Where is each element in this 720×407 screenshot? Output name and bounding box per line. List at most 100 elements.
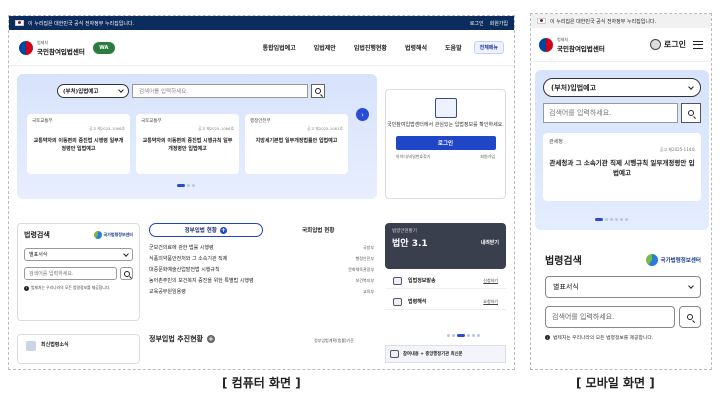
mobile-search-category-select[interactable]: (부처)입법예고 (543, 78, 701, 97)
carousel-dot[interactable] (467, 334, 470, 337)
mobile-caption: [ 모바일 화면 ] (576, 376, 655, 390)
all-menu-button[interactable]: 전체메뉴 (473, 41, 504, 54)
service-item[interactable]: 입법정보발송 신청하기 (385, 273, 506, 289)
carousel-dot[interactable] (472, 334, 475, 337)
service-link[interactable]: 요청하기 (483, 299, 498, 305)
mobile-search-input[interactable]: 검색어를 입력하세요. (543, 103, 678, 123)
list-item[interactable]: 식품의약품안전처와 그 소속기관 직제 행정안전부 (149, 253, 374, 264)
service-item[interactable]: 법령해석 요청하기 (385, 294, 506, 310)
korea-flag-icon (15, 20, 24, 26)
carousel-dot[interactable] (615, 218, 618, 221)
bill-agency: 행정안전부 (355, 255, 374, 261)
law-search-button[interactable] (120, 267, 133, 280)
nav-item-interpretation[interactable]: 법령해석 (405, 43, 427, 52)
carousel-dot[interactable] (625, 218, 628, 221)
carousel-next-button[interactable]: › (356, 108, 369, 121)
carousel-dot[interactable] (447, 334, 450, 337)
progress-link[interactable]: 정부입법계획(법률)기준 (314, 338, 354, 344)
nav-item-progress[interactable]: 입법진행현황 (354, 43, 387, 52)
logo-title: 국민참여입법센터 (37, 47, 85, 56)
login-panel: 국민참여입법센터에서 관심있는 입법정보를 확인하세요. 로그인 아이디/비밀번… (385, 89, 506, 199)
moleg-logo-icon (93, 231, 102, 239)
plus-icon[interactable]: + (206, 335, 215, 343)
hamburger-menu-icon[interactable] (693, 40, 703, 49)
carousel-dot[interactable] (620, 218, 623, 221)
top-signup-link[interactable]: 회원가입 (490, 20, 508, 27)
notice-card[interactable]: 국토교통부 공고 제2025-1066호 교통약자의 이동편의 증진법 시행규칙… (136, 114, 239, 174)
tab-government[interactable]: 정부입법 현황 + (149, 223, 263, 237)
bill-title: 교육공무원임용령 (149, 289, 186, 295)
bill-title: 식품의약품안전처와 그 소속기관 직제 (149, 256, 228, 262)
mobile-law-type-select[interactable]: 별표서식 (545, 276, 701, 298)
card-number: 공고 제2025-114호 (659, 147, 695, 152)
carousel-dot[interactable] (177, 184, 185, 187)
plus-icon[interactable]: + (219, 226, 227, 234)
bottom-banner[interactable]: 참여내용 + 중앙행정기관 최신문 (385, 345, 506, 363)
recent-title: 최신법령소식 (41, 342, 69, 348)
download-link[interactable]: 내려받기 (481, 239, 499, 246)
mobile-law-search-button[interactable] (679, 306, 701, 328)
card-number: 공고 제2025-1081호 (307, 126, 343, 131)
list-item[interactable]: 군보건의료에 관한 법률 시행령 국방부 (149, 242, 374, 253)
search-icon (315, 88, 321, 94)
list-item[interactable]: 대중문화예술산업발전법 시행규칙 문화체육관광부 (149, 264, 374, 275)
search-input[interactable]: 검색어를 입력하세요. (132, 84, 308, 98)
site-logo[interactable]: 법제처 국민참여입법센터 WA (19, 40, 115, 56)
moleg-name: 국가법령정보센터 (103, 232, 133, 237)
nav-item-help[interactable]: 도움말 (445, 43, 462, 52)
top-login-link[interactable]: 로그인 (470, 20, 484, 27)
service-label: 법령해석 (408, 299, 427, 305)
law-search-input[interactable]: 검색어를 입력하세요. (24, 267, 117, 280)
carousel-dot[interactable] (595, 218, 603, 221)
law-type-value: 별표서식 (553, 283, 579, 291)
carousel-dot[interactable] (457, 334, 465, 337)
mobile-login[interactable]: 로그인 (649, 39, 703, 50)
search-icon (688, 110, 694, 116)
mobile-login-label: 로그인 (663, 40, 686, 49)
carousel-dot[interactable] (605, 218, 608, 221)
search-category-select[interactable]: (부처)입법예고 (57, 84, 129, 98)
list-item[interactable]: 농어촌주민의 보건복지 증진을 위한 특별법 시행령 보건복지부 (149, 275, 374, 286)
carousel-dot[interactable] (187, 184, 190, 187)
mobile-search-button[interactable] (681, 103, 701, 123)
service-link[interactable]: 신청하기 (483, 278, 498, 284)
mobile-law-search-input[interactable]: 검색어를 입력하세요. (545, 306, 675, 328)
megaphone-icon (390, 350, 399, 358)
monitor-user-icon (434, 98, 457, 118)
bottom-banner-text: 참여내용 + 중앙행정기관 최신문 (403, 352, 463, 357)
bill-agency: 국방부 (362, 244, 374, 250)
trend-label: 법령안현황기 (392, 229, 417, 234)
carousel-dot[interactable] (192, 184, 195, 187)
carousel-dot[interactable] (477, 334, 480, 337)
desktop-screen: 이 누리집은 대한민국 공식 전자정부 누리집입니다. 로그인 회원가입 법제처… (8, 15, 515, 370)
search-icon (687, 314, 693, 320)
card-agency: 국토교통부 (141, 119, 162, 124)
taegeuk-logo-icon (539, 37, 553, 52)
signup-link[interactable]: 회원가입 (480, 154, 495, 160)
nav-item-proposal[interactable]: 입법제안 (314, 43, 336, 52)
card-title: 교통약자의 이동편의 증진법 시행규칙 일부개정령안 입법예고 (142, 138, 233, 152)
mobile-logo[interactable]: 법제처 국민참여입법센터 (539, 37, 605, 53)
find-account-link[interactable]: 아이디/비밀번호찾기 (396, 154, 430, 160)
card-number: 공고 제2025-1066호 (198, 126, 234, 131)
notice-card[interactable]: 국토교통부 공고 제2025-1066호 교통약자의 이동편의 증진법 시행령 … (27, 114, 130, 174)
carousel-dot[interactable] (452, 334, 455, 337)
moleg-logo[interactable]: 국가법령정보센터 (93, 231, 133, 239)
tab-assembly[interactable]: 국회입법 현황 (263, 223, 375, 237)
law-type-select[interactable]: 별표서식 (24, 248, 133, 261)
nav-item-legislative-notice[interactable]: 통합입법예고 (263, 43, 296, 52)
law-search-panel: 법령검색 국가법령정보센터 별표서식 검색어를 입력하세요. i 법제처는 우리나… (17, 223, 140, 321)
notice-card[interactable]: 행정안전부 공고 제2025-1081호 지방세기본법 일부개정법률안 입법예고 (245, 114, 348, 174)
gov-banner: 이 누리집은 대한민국 공식 전자정부 누리집입니다. 로그인 회원가입 (9, 16, 514, 30)
progress-title: 정부입법 추진현황 + (149, 334, 215, 344)
banner-dots (447, 334, 480, 337)
mail-icon (393, 276, 402, 285)
carousel-dot[interactable] (610, 218, 613, 221)
login-button[interactable]: 로그인 (395, 135, 496, 150)
mobile-notice-card[interactable]: 관세청 공고 제2025-114호 관세청과 그 소속기관 직제 시행규칙 일부… (543, 133, 701, 201)
search-button[interactable] (311, 84, 325, 98)
list-item[interactable]: 교육공무원임용령 교육부 (149, 286, 374, 297)
law-search-note: i 법제처는 우리나라의 모든 법령정보를 제공합니다. (24, 285, 133, 291)
recent-law-news[interactable]: 최신법령소식 (17, 334, 140, 364)
moleg-logo[interactable]: 국가법령정보센터 (645, 253, 701, 266)
